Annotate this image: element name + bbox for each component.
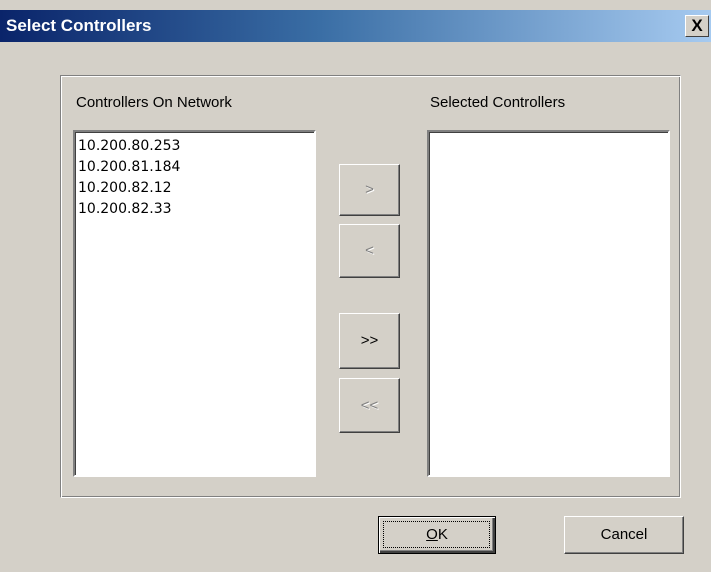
list-item[interactable]: 10.200.81.184 <box>78 157 311 178</box>
focus-indicator <box>383 521 490 548</box>
selected-controllers-label: Selected Controllers <box>430 94 566 111</box>
title-bar[interactable]: Select Controllers X <box>0 10 711 42</box>
add-selected-label: > <box>365 181 374 198</box>
add-selected-button[interactable]: > <box>339 164 400 216</box>
remove-all-label: << <box>360 397 379 414</box>
add-all-button[interactable]: >> <box>339 313 400 369</box>
controllers-on-network-label: Controllers On Network <box>76 94 232 111</box>
close-icon: X <box>691 16 703 35</box>
list-item[interactable]: 10.200.82.12 <box>78 178 311 199</box>
remove-selected-button[interactable]: < <box>339 224 400 278</box>
ok-button[interactable]: OK <box>378 516 496 554</box>
cancel-button[interactable]: Cancel <box>564 516 684 554</box>
window-title: Select Controllers <box>6 16 152 35</box>
list-item[interactable]: 10.200.82.33 <box>78 199 311 220</box>
select-controllers-dialog: Select Controllers X Controllers On Netw… <box>0 0 711 572</box>
remove-selected-label: < <box>365 242 374 259</box>
list-item[interactable]: 10.200.80.253 <box>78 136 311 157</box>
controllers-on-network-list[interactable]: 10.200.80.253 10.200.81.184 10.200.82.12… <box>73 130 316 477</box>
close-button[interactable]: X <box>685 15 709 37</box>
add-all-label: >> <box>360 332 379 349</box>
cancel-label: Cancel <box>600 526 648 543</box>
selected-controllers-list[interactable] <box>427 130 670 477</box>
remove-all-button[interactable]: << <box>339 378 400 433</box>
